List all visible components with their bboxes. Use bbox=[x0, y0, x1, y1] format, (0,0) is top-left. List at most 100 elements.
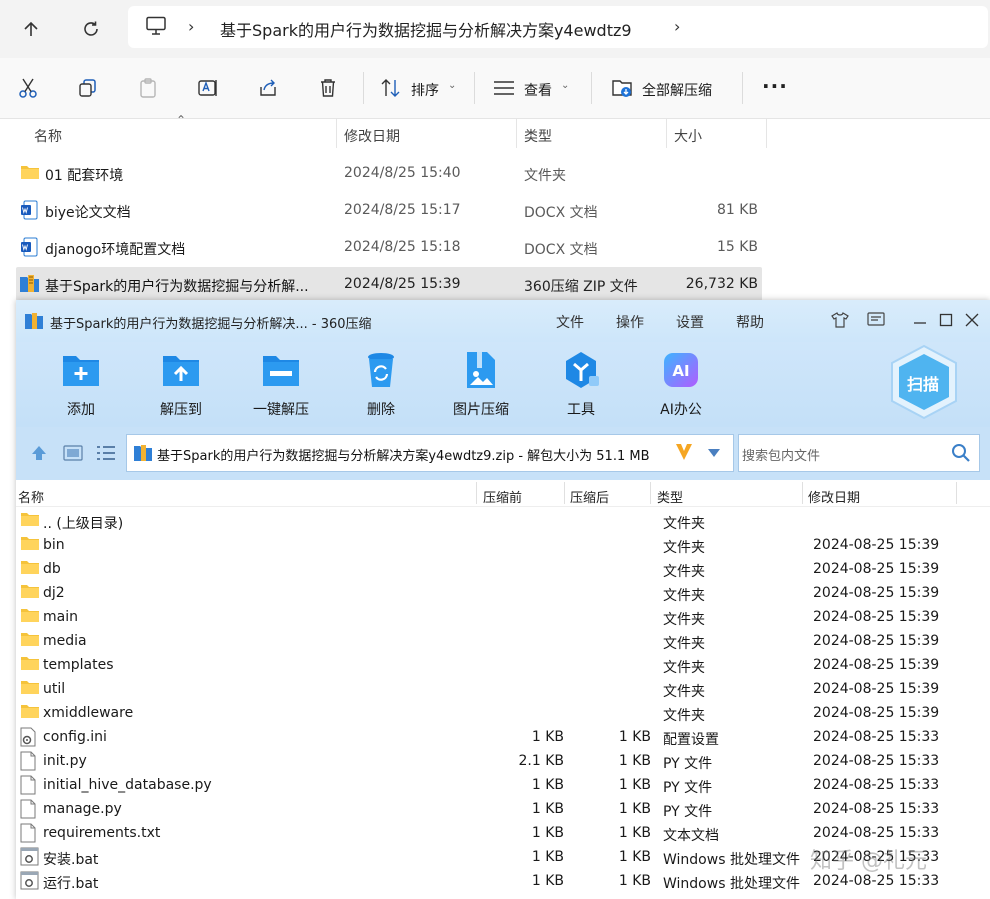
close-icon[interactable] bbox=[962, 310, 982, 330]
menu-settings[interactable]: 设置 bbox=[676, 312, 704, 332]
breadcrumb-folder[interactable]: 基于Spark的用户行为数据挖掘与分析解决方案y4ewdtz9 bbox=[220, 17, 632, 41]
feedback-icon[interactable] bbox=[866, 310, 886, 330]
tools-button[interactable]: 工具 bbox=[536, 342, 626, 422]
column-divider[interactable] bbox=[564, 482, 565, 504]
zip-file-modified: 2024-08-25 15:39 bbox=[813, 633, 940, 649]
menu-file[interactable]: 文件 bbox=[556, 312, 584, 332]
file-row[interactable]: biye论文文档 2024/8/25 15:17 DOCX 文档 81 KB bbox=[16, 193, 762, 227]
maximize-icon[interactable] bbox=[936, 310, 956, 330]
zip-list-row[interactable]: templates 文件夹 2024-08-25 15:39 bbox=[16, 653, 990, 677]
zip-list-row[interactable]: config.ini 1 KB 1 KB 配置设置 2024-08-25 15:33 bbox=[16, 725, 990, 749]
paste-icon[interactable] bbox=[128, 68, 168, 108]
column-header-size-before[interactable]: 压缩前 bbox=[483, 487, 522, 506]
column-header-size[interactable]: 大小 bbox=[674, 126, 702, 146]
rename-icon[interactable] bbox=[188, 68, 228, 108]
folder-icon bbox=[20, 559, 40, 579]
vip-badge-icon bbox=[675, 442, 693, 466]
image-compress-button[interactable]: 图片压缩 bbox=[436, 342, 526, 422]
zip-list-row[interactable]: .. (上级目录) 文件夹 bbox=[16, 509, 990, 533]
zip-list-row[interactable]: initial_hive_database.py 1 KB 1 KB PY 文件 202… bbox=[16, 773, 990, 797]
view-icon[interactable] bbox=[493, 80, 515, 100]
zip-file-type: 文本文档 bbox=[663, 828, 719, 844]
column-header-name[interactable]: 名称 bbox=[18, 487, 44, 506]
image-compress-label: 图片压缩 bbox=[453, 402, 509, 418]
toolbar-divider bbox=[742, 72, 743, 104]
delete-trash-icon[interactable] bbox=[308, 68, 348, 108]
sort-button[interactable]: 排序 bbox=[411, 80, 439, 100]
column-header-name[interactable]: 名称 bbox=[34, 126, 62, 146]
zip-file-name: init.py bbox=[43, 753, 87, 769]
sort-chevron-icon[interactable]: ⌄ bbox=[448, 80, 456, 91]
zip-list-row[interactable]: bin 文件夹 2024-08-25 15:39 bbox=[16, 533, 990, 557]
more-options-icon[interactable]: ··· bbox=[762, 74, 788, 98]
menu-help[interactable]: 帮助 bbox=[736, 312, 764, 332]
list-view-icon[interactable] bbox=[96, 445, 116, 465]
ai-office-label: AI办公 bbox=[660, 402, 702, 418]
zip-list-row[interactable]: util 文件夹 2024-08-25 15:39 bbox=[16, 677, 990, 701]
column-header-modified[interactable]: 修改日期 bbox=[344, 126, 400, 146]
computer-icon[interactable] bbox=[145, 16, 167, 40]
extract-all-button[interactable]: 全部解压缩 bbox=[642, 80, 712, 100]
zip-list-row[interactable]: main 文件夹 2024-08-25 15:39 bbox=[16, 605, 990, 629]
file-row[interactable]: djanogo环境配置文档 2024/8/25 15:18 DOCX 文档 15… bbox=[16, 230, 762, 264]
up-arrow-icon[interactable] bbox=[12, 10, 50, 48]
column-divider[interactable] bbox=[476, 482, 477, 504]
file-row-selected[interactable]: 基于Spark的用户行为数据挖掘与分析解... 2024/8/25 15:39 … bbox=[16, 267, 762, 301]
zip-list-row[interactable]: media 文件夹 2024-08-25 15:39 bbox=[16, 629, 990, 653]
column-divider[interactable] bbox=[766, 118, 767, 148]
column-divider[interactable] bbox=[650, 482, 651, 504]
refresh-icon[interactable] bbox=[72, 10, 110, 48]
quick-extract-label: 一键解压 bbox=[253, 402, 309, 418]
zip-list-row[interactable]: dj2 文件夹 2024-08-25 15:39 bbox=[16, 581, 990, 605]
breadcrumb-separator-icon[interactable]: › bbox=[188, 17, 194, 36]
quick-extract-button[interactable]: 一键解压 bbox=[236, 342, 326, 422]
zip-list-row[interactable]: db 文件夹 2024-08-25 15:39 bbox=[16, 557, 990, 581]
search-archive-input[interactable]: 搜索包内文件 bbox=[738, 434, 980, 472]
zip-title-bar[interactable]: 基于Spark的用户行为数据挖掘与分析解决... - 360压缩 文件 操作 设… bbox=[16, 300, 990, 342]
extract-to-button[interactable]: 解压到 bbox=[136, 342, 226, 422]
zip-file-name: config.ini bbox=[43, 729, 107, 745]
breadcrumb-expand-icon[interactable]: › bbox=[674, 17, 680, 36]
delete-button[interactable]: 删除 bbox=[336, 342, 426, 422]
sort-icon[interactable] bbox=[380, 78, 402, 102]
search-icon[interactable] bbox=[951, 443, 971, 467]
column-divider[interactable] bbox=[516, 118, 517, 148]
zip-list-row[interactable]: xmiddleware 文件夹 2024-08-25 15:39 bbox=[16, 701, 990, 725]
file-modified: 2024/8/25 15:18 bbox=[344, 239, 461, 255]
column-divider[interactable] bbox=[666, 118, 667, 148]
zip-list-row[interactable]: requirements.txt 1 KB 1 KB 文本文档 2024-08-25 1… bbox=[16, 821, 990, 845]
file-row[interactable]: 01 配套环境 2024/8/25 15:40 文件夹 bbox=[16, 156, 762, 190]
cut-icon[interactable] bbox=[8, 68, 48, 108]
skin-shirt-icon[interactable] bbox=[830, 310, 850, 330]
view-chevron-icon[interactable]: ⌄ bbox=[561, 80, 569, 91]
zip-file-name: 安装.bat bbox=[43, 852, 99, 868]
share-icon[interactable] bbox=[248, 68, 288, 108]
column-divider[interactable] bbox=[336, 118, 337, 148]
delete-icon bbox=[361, 350, 401, 390]
column-header-type[interactable]: 类型 bbox=[524, 126, 552, 146]
minimize-icon[interactable] bbox=[910, 310, 930, 330]
add-button[interactable]: 添加 bbox=[36, 342, 126, 422]
zip-file-name: requirements.txt bbox=[43, 825, 161, 841]
menu-operation[interactable]: 操作 bbox=[616, 312, 644, 332]
archive-path-field[interactable]: 基于Spark的用户行为数据挖掘与分析解决方案y4ewdtz9.zip - 解包… bbox=[126, 434, 734, 472]
scan-button[interactable]: 扫描 bbox=[888, 344, 960, 420]
column-divider[interactable] bbox=[956, 482, 957, 504]
column-header-size-after[interactable]: 压缩后 bbox=[570, 487, 609, 506]
up-level-arrow-icon[interactable] bbox=[30, 444, 48, 466]
path-dropdown-icon[interactable] bbox=[707, 446, 721, 462]
file-type: DOCX 文档 bbox=[524, 205, 598, 221]
column-header-modified[interactable]: 修改日期 bbox=[808, 487, 860, 506]
zip-list-row[interactable]: manage.py 1 KB 1 KB PY 文件 2024-08-25 15:33 bbox=[16, 797, 990, 821]
zip-list-row[interactable]: init.py 2.1 KB 1 KB PY 文件 2024-08-25 15:33 bbox=[16, 749, 990, 773]
copy-icon[interactable] bbox=[68, 68, 108, 108]
column-divider[interactable] bbox=[802, 482, 803, 504]
view-button[interactable]: 查看 bbox=[524, 80, 552, 100]
add-label: 添加 bbox=[67, 402, 95, 418]
extract-all-icon[interactable] bbox=[611, 77, 635, 103]
ai-office-button[interactable]: AI AI办公 bbox=[636, 342, 726, 422]
thumbnail-view-icon[interactable] bbox=[63, 445, 83, 465]
column-header-type[interactable]: 类型 bbox=[657, 487, 683, 506]
scan-label: 扫描 bbox=[907, 375, 940, 394]
zip-archive-icon bbox=[19, 274, 41, 298]
